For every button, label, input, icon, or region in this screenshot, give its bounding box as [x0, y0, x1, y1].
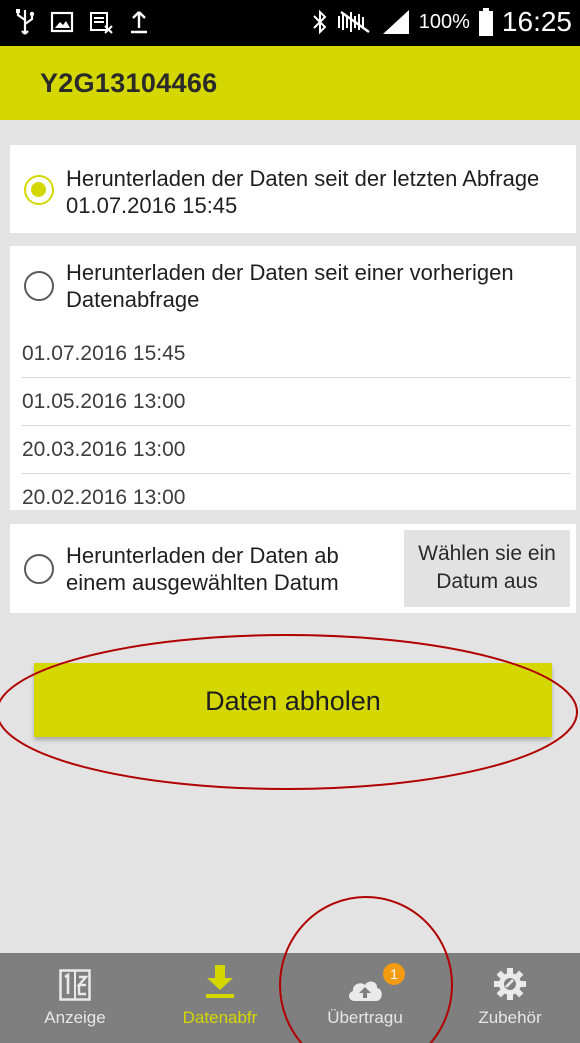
option-selected-date-line1: Herunterladen der Daten ab	[66, 543, 339, 568]
option-selected-date-label: Herunterladen der Daten ab einem ausgewä…	[66, 542, 339, 596]
list-item[interactable]: 20.02.2016 13:00	[22, 474, 570, 510]
nav-item-datenabfrage[interactable]: Datenabfr	[162, 953, 278, 1043]
option-last-query-date: 01.07.2016 15:45	[66, 193, 238, 218]
signal-icon	[382, 10, 409, 34]
status-icons-right: 100% 16:25	[311, 6, 572, 38]
nav-label-zubehoer: Zubehör	[478, 1008, 542, 1027]
device-id-title: Y2G13104466	[40, 68, 218, 98]
choose-date-button-line2: Datum aus	[436, 570, 538, 593]
nav-item-zubehoer[interactable]: Zubehör	[452, 953, 568, 1043]
display-icon	[59, 969, 91, 1001]
option-last-query[interactable]: Herunterladen der Daten seit der letzten…	[10, 145, 576, 233]
status-bar: 100% 16:25	[0, 0, 580, 46]
radio-previous-query[interactable]	[24, 271, 54, 301]
battery-percent: 100%	[418, 10, 470, 33]
radio-selected-date[interactable]	[24, 554, 54, 584]
nav-label-uebertragung: Übertragu	[327, 1008, 403, 1027]
app-bar: Y2G13104466	[0, 46, 580, 120]
fetch-data-button[interactable]: Daten abholen	[34, 663, 552, 737]
nav-item-uebertragung[interactable]: 1 Übertragu	[307, 953, 423, 1043]
option-previous-query-line2: Datenabfrage	[66, 287, 200, 312]
cellular-data-icon	[90, 12, 113, 34]
option-previous-query-line1: Herunterladen der Daten seit einer vorhe…	[66, 260, 514, 285]
choose-date-button-line1: Wählen sie ein	[418, 542, 556, 565]
option-previous-query-label: Herunterladen der Daten seit einer vorhe…	[66, 259, 514, 313]
list-item[interactable]: 01.05.2016 13:00	[22, 378, 570, 426]
notification-badge: 1	[383, 963, 405, 985]
upload-icon	[131, 11, 147, 34]
usb-icon	[16, 9, 35, 35]
battery-icon	[478, 8, 493, 36]
status-icons-left	[14, 8, 150, 36]
gear-icon	[494, 968, 526, 1000]
radio-last-query[interactable]	[24, 175, 54, 205]
option-previous-query[interactable]: Herunterladen der Daten seit einer vorhe…	[10, 246, 576, 510]
list-item[interactable]: 20.03.2016 13:00	[22, 426, 570, 474]
option-selected-date[interactable]: Herunterladen der Daten ab einem ausgewä…	[10, 524, 576, 613]
cloud-upload-icon	[349, 981, 382, 1001]
image-icon	[50, 11, 74, 33]
bottom-navigation: Anzeige Datenabfr 1 Übertragu Zubehör	[0, 953, 580, 1043]
option-last-query-label: Herunterladen der Daten seit der letzten…	[66, 165, 539, 219]
nav-label-datenabfrage: Datenabfr	[182, 1008, 258, 1027]
nav-item-anzeige[interactable]: Anzeige	[17, 953, 133, 1043]
choose-date-button[interactable]: Wählen sie ein Datum aus	[404, 530, 570, 607]
list-item[interactable]: 01.07.2016 15:45	[22, 330, 570, 378]
option-last-query-text: Herunterladen der Daten seit der letzten…	[66, 166, 540, 191]
option-selected-date-line2: einem ausgewählten Datum	[66, 570, 339, 595]
nav-label-anzeige: Anzeige	[44, 1008, 106, 1027]
previous-query-date-list[interactable]: 01.07.2016 15:45 01.05.2016 13:00 20.03.…	[22, 330, 570, 510]
clock: 16:25	[501, 6, 572, 37]
download-icon	[206, 965, 234, 998]
bluetooth-icon	[313, 9, 327, 35]
mute-icon	[337, 11, 370, 33]
